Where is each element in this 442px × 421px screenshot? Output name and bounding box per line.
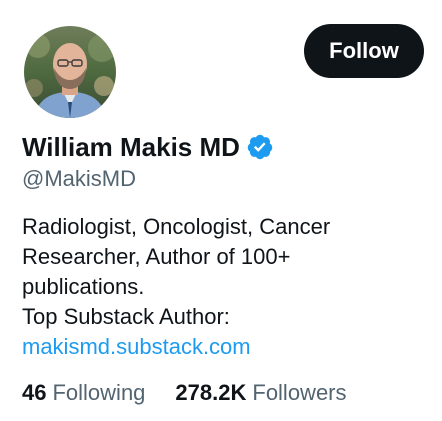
avatar[interactable]: [22, 24, 118, 120]
profile-stats: 46 Following 278.2K Followers: [22, 380, 347, 406]
bio-website-link[interactable]: makismd.substack.com: [22, 332, 422, 362]
followers-stat[interactable]: 278.2K Followers: [175, 380, 346, 406]
following-stat[interactable]: 46 Following: [22, 380, 145, 406]
avatar-image: [24, 26, 116, 118]
user-handle: @MakisMD: [22, 166, 136, 191]
verified-badge-icon[interactable]: [246, 133, 274, 161]
profile-bio: Radiologist, Oncologist, Cancer Research…: [22, 212, 422, 362]
following-label: Following: [52, 380, 146, 405]
followers-label: Followers: [252, 380, 347, 405]
bio-line: publications.: [22, 274, 145, 299]
display-name: William Makis MD: [22, 131, 240, 162]
bio-line: Top Substack Author:: [22, 304, 230, 329]
following-count: 46: [22, 380, 47, 405]
follow-button[interactable]: Follow: [304, 24, 424, 78]
profile-name-row: William Makis MD: [22, 130, 274, 164]
followers-count: 278.2K: [175, 380, 247, 405]
bio-line: Radiologist, Oncologist, Cancer: [22, 214, 331, 239]
bio-line: Researcher, Author of 100+: [22, 244, 291, 269]
